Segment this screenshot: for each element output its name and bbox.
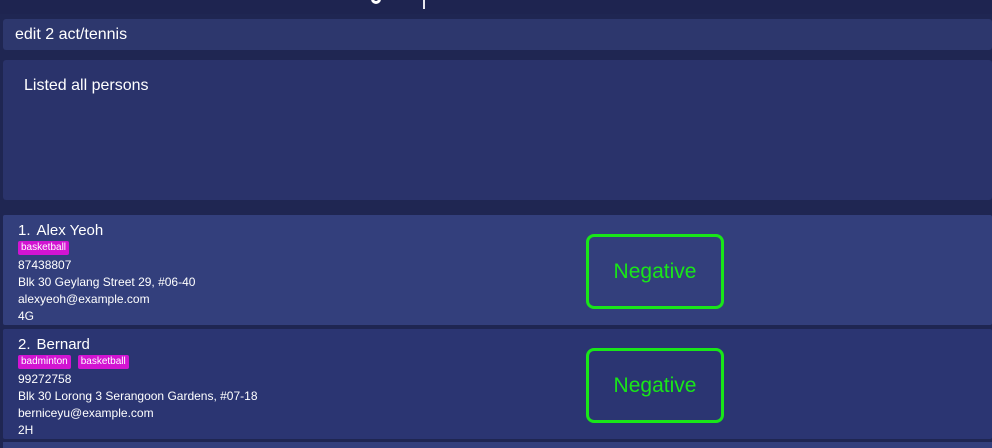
person-name-line: 1. Alex Yeoh (18, 222, 195, 240)
result-message: Listed all persons (24, 77, 149, 94)
person-card[interactable]: 2. Bernard badminton basketball 99272758 … (3, 329, 992, 439)
person-index: 1. (18, 222, 31, 239)
person-tag: basketball (18, 241, 70, 255)
person-name: Alex Yeoh (36, 222, 104, 239)
person-tags: badminton basketball (18, 355, 258, 369)
person-tag: badminton (18, 355, 71, 369)
command-input[interactable] (15, 25, 975, 45)
person-email: berniceyu@example.com (18, 406, 154, 420)
command-box (3, 19, 992, 50)
person-address: Blk 30 Lorong 3 Serangoon Gardens, #07-1… (18, 389, 258, 403)
person-details: 2. Bernard badminton basketball 99272758 … (18, 336, 258, 439)
person-email: alexyeoh@example.com (18, 292, 150, 306)
text-cursor (423, 0, 425, 9)
person-card-partial (3, 442, 992, 448)
person-class: 2H (18, 423, 34, 437)
person-details: 1. Alex Yeoh basketball 87438807 Blk 30 G… (18, 222, 195, 325)
covid-status-badge: Negative (586, 348, 724, 423)
person-name-line: 2. Bernard (18, 336, 258, 354)
menu-glyph-icon (371, 0, 381, 4)
person-index: 2. (18, 336, 31, 353)
person-card[interactable]: 1. Alex Yeoh basketball 87438807 Blk 30 G… (3, 215, 992, 325)
menu-bar (0, 0, 992, 14)
person-phone: 99272758 (18, 372, 72, 386)
person-class: 4G (18, 309, 35, 323)
person-name: Bernard (36, 336, 90, 353)
person-address: Blk 30 Geylang Street 29, #06-40 (18, 275, 196, 289)
person-list[interactable]: 1. Alex Yeoh basketball 87438807 Blk 30 G… (0, 205, 992, 448)
person-tags: basketball (18, 241, 195, 255)
person-tag: basketball (77, 355, 129, 369)
result-display[interactable]: Listed all persons (3, 60, 992, 200)
person-phone: 87438807 (18, 258, 72, 272)
covid-status-badge: Negative (586, 234, 724, 309)
app-window: Listed all persons 1. Alex Yeoh basketbal… (0, 0, 992, 448)
